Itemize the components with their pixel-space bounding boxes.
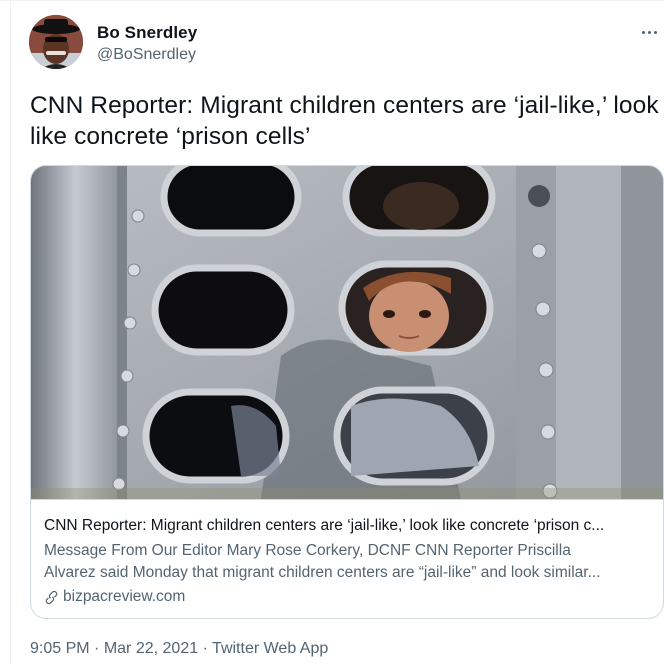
card-title: CNN Reporter: Migrant children centers a… (44, 517, 605, 534)
avatar[interactable] (29, 15, 83, 69)
more-dot (654, 31, 657, 34)
tweet: Bo Snerdley @BoSnerdley CNN Reporter: Mi… (0, 0, 664, 664)
card-image (31, 166, 663, 499)
card-domain-row: bizpacreview.com (44, 586, 185, 608)
card-domain: bizpacreview.com (63, 588, 186, 605)
tweet-date[interactable]: Mar 22, 2021 (104, 640, 198, 657)
top-divider (0, 0, 664, 1)
avatar-image (29, 15, 83, 69)
author-name[interactable]: Bo Snerdley (97, 23, 197, 43)
card-description: Message From Our Editor Mary Rose Corker… (44, 540, 656, 584)
card-description-line: Alvarez said Monday that migrant childre… (44, 564, 601, 581)
tweet-source[interactable]: Twitter Web App (212, 640, 328, 657)
meta-separator: · (202, 640, 208, 657)
meta-separator: · (94, 640, 100, 657)
card-description-line: Message From Our Editor Mary Rose Corker… (44, 542, 571, 559)
tweet-time[interactable]: 9:05 PM (30, 640, 90, 657)
timeline-border (10, 0, 11, 664)
card-divider (31, 499, 663, 500)
link-icon (45, 590, 58, 604)
more-horizontal-icon (642, 31, 645, 34)
author-handle[interactable]: @BoSnerdley (97, 46, 196, 64)
more-dot (648, 31, 651, 34)
tweet-metadata: 9:05 PM · Mar 22, 2021 · Twitter Web App (30, 640, 328, 658)
link-preview-card[interactable]: CNN Reporter: Migrant children centers a… (30, 165, 664, 619)
tweet-text: CNN Reporter: Migrant children centers a… (30, 92, 659, 150)
more-options-button[interactable] (640, 22, 662, 42)
